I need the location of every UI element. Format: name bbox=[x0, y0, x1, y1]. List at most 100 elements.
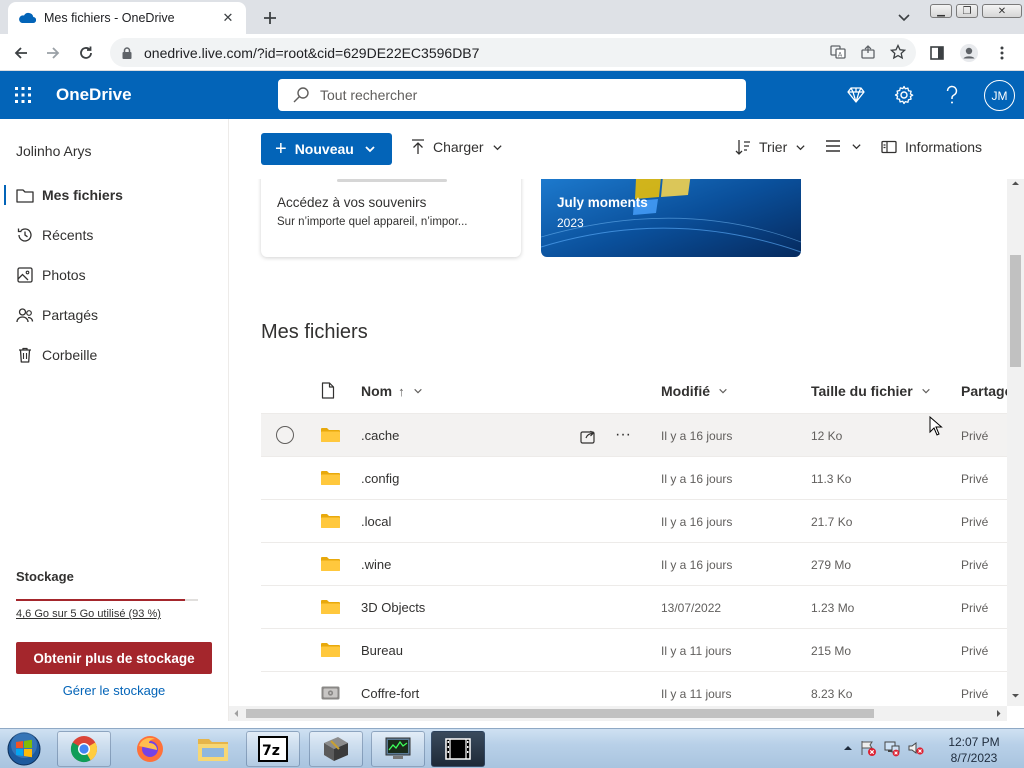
scroll-down-arrow-icon[interactable] bbox=[1011, 691, 1020, 700]
profile-icon[interactable] bbox=[958, 42, 980, 64]
address-bar[interactable]: onedrive.live.com/?id=root&cid=629DE22EC… bbox=[110, 38, 916, 67]
start-button[interactable] bbox=[4, 731, 44, 767]
folder-icon bbox=[321, 514, 340, 528]
column-header-sharing[interactable]: Partage bbox=[961, 383, 1007, 399]
sort-icon bbox=[735, 139, 751, 155]
nav-item-my-files[interactable]: Mes fichiers bbox=[0, 177, 228, 213]
reload-icon[interactable] bbox=[75, 42, 97, 64]
app-name[interactable]: OneDrive bbox=[56, 85, 132, 105]
network-icon[interactable] bbox=[883, 739, 901, 757]
chevron-down-icon bbox=[364, 143, 376, 155]
forward-arrow-icon[interactable] bbox=[42, 42, 64, 64]
file-list: Nom ↑ Modifié Taille du fichier Partage bbox=[261, 370, 1007, 706]
close-window-icon[interactable]: ✕ bbox=[982, 4, 1022, 18]
vertical-scrollbar[interactable] bbox=[1007, 179, 1024, 706]
file-row[interactable]: .wine Il y a 16 jours 279 Mo Privé bbox=[261, 542, 1007, 585]
row-select-checkbox[interactable] bbox=[276, 426, 294, 444]
help-icon[interactable] bbox=[940, 83, 964, 107]
lock-icon[interactable] bbox=[120, 46, 134, 60]
column-modified-label: Modifié bbox=[661, 383, 710, 399]
share-page-icon[interactable] bbox=[860, 44, 876, 60]
scroll-left-arrow-icon[interactable] bbox=[232, 709, 241, 718]
column-header-name[interactable]: Nom ↑ bbox=[361, 383, 423, 399]
file-row[interactable]: .config Il y a 16 jours 11.3 Ko Privé bbox=[261, 456, 1007, 499]
file-name[interactable]: .cache bbox=[361, 428, 399, 443]
folder-icon bbox=[321, 428, 340, 442]
get-more-storage-button[interactable]: Obtenir plus de stockage bbox=[16, 642, 212, 674]
vertical-scroll-thumb[interactable] bbox=[1010, 255, 1021, 367]
nav-item-recent[interactable]: Récents bbox=[0, 217, 228, 253]
file-row[interactable]: .local Il y a 16 jours 21.7 Ko Privé bbox=[261, 499, 1007, 542]
column-header-modified[interactable]: Modifié bbox=[661, 383, 728, 399]
taskbar-task-manager-icon[interactable] bbox=[371, 731, 425, 767]
file-sharing: Privé bbox=[961, 472, 989, 486]
tray-expand-icon[interactable] bbox=[843, 743, 853, 753]
horizontal-scroll-thumb[interactable] bbox=[246, 709, 874, 718]
side-panel-icon[interactable] bbox=[926, 42, 948, 64]
file-row[interactable]: Coffre-fort Il y a 11 jours 8.23 Ko Priv… bbox=[261, 671, 1007, 706]
taskbar-archive-app-icon[interactable] bbox=[309, 731, 363, 767]
sort-button[interactable]: Trier bbox=[735, 139, 806, 155]
back-arrow-icon[interactable] bbox=[10, 42, 32, 64]
new-tab-icon[interactable] bbox=[260, 8, 280, 28]
more-options-icon[interactable]: ··· bbox=[615, 426, 631, 444]
nav-item-shared[interactable]: Partagés bbox=[0, 297, 228, 333]
details-pane-button[interactable]: Informations bbox=[881, 139, 982, 155]
file-name[interactable]: .wine bbox=[361, 557, 391, 572]
action-center-flag-icon[interactable] bbox=[859, 739, 877, 757]
column-header-size[interactable]: Taille du fichier bbox=[811, 383, 931, 399]
memories-card[interactable]: Accédez à vos souvenirs Sur n’importe qu… bbox=[261, 179, 521, 257]
scroll-right-arrow-icon[interactable] bbox=[994, 709, 1003, 718]
system-clock[interactable]: 12:07 PM 8/7/2023 bbox=[934, 734, 1014, 766]
view-options-button[interactable] bbox=[825, 139, 862, 153]
share-icon[interactable] bbox=[579, 427, 597, 445]
tab-title: Mes fichiers - OneDrive bbox=[44, 11, 175, 25]
taskbar-explorer-icon[interactable] bbox=[186, 731, 240, 767]
file-modified: 13/07/2022 bbox=[661, 601, 722, 615]
taskbar-firefox-icon[interactable] bbox=[123, 731, 177, 767]
volume-muted-icon[interactable] bbox=[907, 739, 925, 757]
file-size: 1.23 Mo bbox=[811, 601, 855, 615]
taskbar-video-app-icon[interactable] bbox=[431, 731, 485, 767]
new-button-label: Nouveau bbox=[294, 141, 354, 157]
app-launcher-icon[interactable] bbox=[14, 86, 32, 104]
settings-gear-icon[interactable] bbox=[892, 83, 916, 107]
restore-icon[interactable]: ❐ bbox=[956, 4, 978, 18]
storage-usage-link[interactable]: 4,6 Go sur 5 Go utilisé (93 %) bbox=[16, 608, 161, 620]
nav-item-photos[interactable]: Photos bbox=[0, 257, 228, 293]
tab-search-chevron-icon[interactable] bbox=[896, 9, 912, 25]
file-type-icon[interactable] bbox=[321, 382, 335, 399]
search-box[interactable] bbox=[278, 79, 746, 111]
new-button[interactable]: + Nouveau bbox=[261, 133, 392, 165]
file-modified: Il y a 11 jours bbox=[661, 687, 732, 701]
manage-storage-link[interactable]: Gérer le stockage bbox=[16, 683, 212, 698]
info-pane-icon bbox=[881, 140, 897, 154]
translate-icon[interactable]: A bbox=[830, 44, 846, 60]
file-row[interactable]: .cache ··· Il y a 16 jours 12 Ko Privé bbox=[261, 413, 1007, 456]
taskbar-chrome-icon[interactable] bbox=[57, 731, 111, 767]
upload-button[interactable]: Charger bbox=[411, 139, 503, 155]
file-row[interactable]: Bureau Il y a 11 jours 215 Mo Privé bbox=[261, 628, 1007, 671]
taskbar-7zip-icon[interactable]: 7z bbox=[246, 731, 300, 767]
bookmark-star-icon[interactable] bbox=[890, 44, 906, 60]
scroll-up-arrow-icon[interactable] bbox=[1011, 179, 1020, 188]
file-name[interactable]: .config bbox=[361, 471, 399, 486]
file-name[interactable]: .local bbox=[361, 514, 391, 529]
file-name[interactable]: Coffre-fort bbox=[361, 686, 419, 701]
nav-item-recycle-bin[interactable]: Corbeille bbox=[0, 337, 228, 373]
chevron-down-icon bbox=[492, 142, 503, 153]
file-name[interactable]: Bureau bbox=[361, 643, 403, 658]
tab-close-icon[interactable]: ✕ bbox=[220, 10, 236, 26]
july-moments-card[interactable]: July moments 2023 bbox=[541, 179, 801, 257]
clock-time: 12:07 PM bbox=[948, 735, 1000, 749]
account-avatar[interactable]: JM bbox=[984, 80, 1015, 111]
horizontal-scrollbar[interactable] bbox=[229, 706, 1007, 721]
search-input[interactable] bbox=[320, 87, 720, 103]
chevron-down-icon bbox=[921, 386, 931, 396]
browser-menu-icon[interactable] bbox=[991, 42, 1013, 64]
browser-tab[interactable]: Mes fichiers - OneDrive ✕ bbox=[8, 2, 246, 34]
minimize-icon[interactable]: ▁ bbox=[930, 4, 952, 18]
file-row[interactable]: 3D Objects 13/07/2022 1.23 Mo Privé bbox=[261, 585, 1007, 628]
file-name[interactable]: 3D Objects bbox=[361, 600, 425, 615]
premium-diamond-icon[interactable] bbox=[844, 83, 868, 107]
